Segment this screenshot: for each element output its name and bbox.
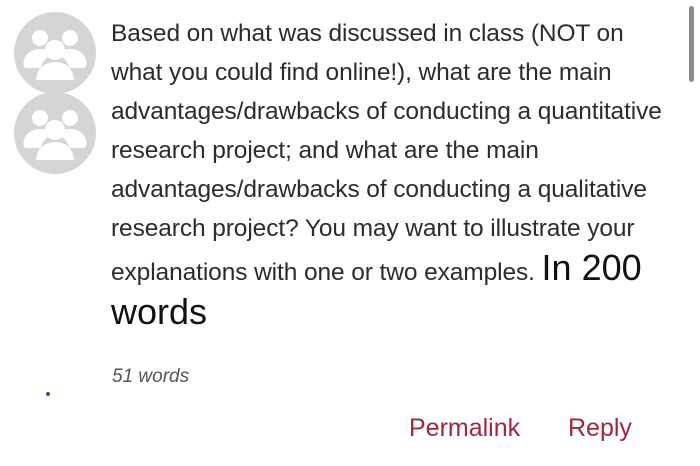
decorative-dot [46, 392, 50, 396]
group-avatar-icon [14, 12, 96, 94]
post-content: Based on what was discussed in class (NO… [111, 14, 671, 336]
post-body: Based on what was discussed in class (NO… [111, 14, 671, 336]
reply-link[interactable]: Reply [568, 414, 632, 443]
scrollbar[interactable] [689, 6, 694, 82]
group-avatar-icon [14, 92, 96, 174]
post-container: Based on what was discussed in class (NO… [0, 0, 700, 466]
word-count: 51 words [112, 366, 190, 387]
permalink-link[interactable]: Permalink [409, 414, 520, 443]
